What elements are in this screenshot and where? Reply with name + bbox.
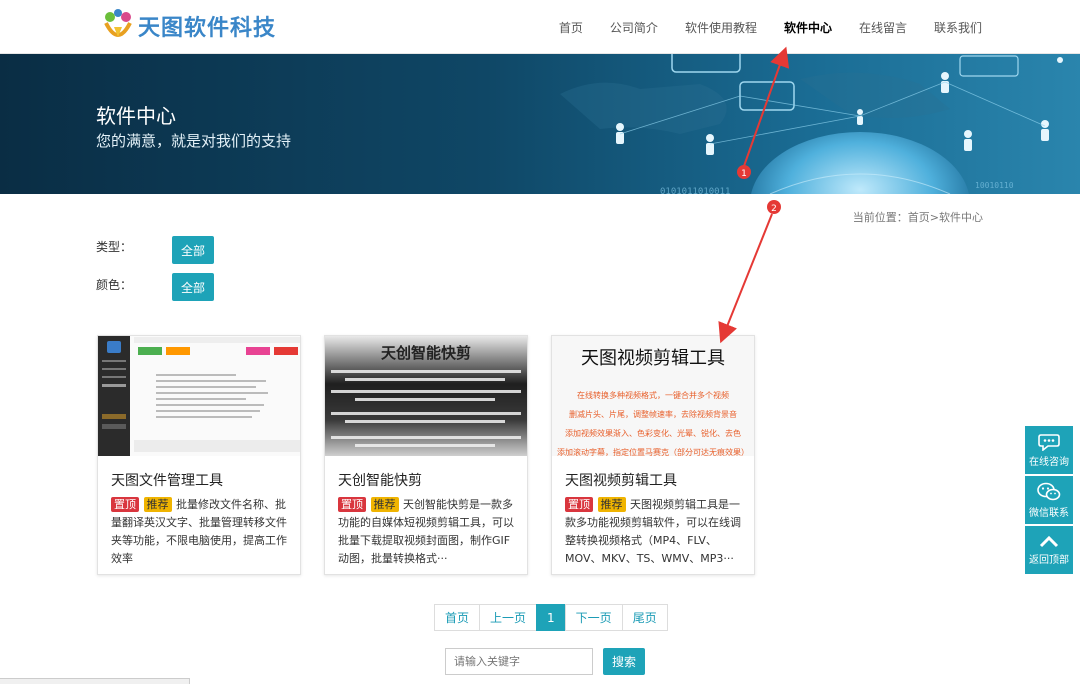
card-description: 置顶 推荐 天图视频剪辑工具是一款多功能视频剪辑软件，可以在线调整转换视频格式（… — [565, 496, 745, 568]
filter-color-label: 颜色： — [96, 278, 133, 292]
back-to-top-button[interactable]: 返回顶部 — [1025, 526, 1073, 574]
pagination: 首页 上一页 1 下一页 尾页 — [434, 604, 668, 631]
card-title[interactable]: 天图视频剪辑工具 — [565, 470, 677, 490]
site-logo[interactable]: 天图软件科技 — [100, 6, 276, 46]
banner-title: 软件中心 — [96, 104, 176, 128]
online-consult-label: 在线咨询 — [1029, 456, 1069, 468]
pinned-badge: 置顶 — [111, 497, 139, 512]
banner-subtitle: 您的满意，就是对我们的支持 — [96, 132, 292, 150]
filter-color-all-button[interactable]: 全部 — [172, 273, 214, 301]
card-thumbnail-file-manager[interactable] — [98, 336, 300, 456]
pinned-badge: 置顶 — [565, 497, 593, 512]
main-nav: 首页 公司简介 软件使用教程 软件中心 在线留言 联系我们 — [532, 0, 982, 54]
recommended-badge: 推荐 — [597, 497, 626, 512]
product-card[interactable]: 天创智能快剪 天创智能快剪 置顶 推荐 天创智能快剪是一款多功能的自媒体短视频剪… — [324, 335, 528, 575]
annotation-number-2: 2 — [771, 204, 777, 214]
svg-text:0101011010011: 0101011010011 — [660, 187, 730, 194]
card-thumbnail-smart-cut[interactable]: 天创智能快剪 — [325, 336, 527, 456]
breadcrumb-home[interactable]: 首页 — [908, 211, 930, 224]
smart-cut-banner-graphic — [331, 370, 521, 447]
thumbnail-feature-line: 删减片头、片尾，调整帧速率，去除视频背景音 — [569, 410, 737, 419]
online-consult-button[interactable]: 在线咨询 — [1025, 426, 1073, 474]
wechat-icon — [1037, 482, 1061, 500]
wechat-contact-label: 微信联系 — [1029, 507, 1069, 519]
page-first-button[interactable]: 首页 — [434, 604, 481, 631]
filter-type-all-button[interactable]: 全部 — [172, 236, 214, 264]
back-to-top-label: 返回顶部 — [1029, 554, 1069, 566]
thumbnail-heading: 天图视频剪辑工具 — [581, 348, 725, 369]
card-description: 置顶 推荐 批量修改文件名称、批量翻译英汉文字、批量管理转移文件夹等功能，不限电… — [111, 496, 291, 568]
nav-tutorials[interactable]: 软件使用教程 — [685, 19, 757, 36]
svg-text:10010110: 10010110 — [975, 181, 1014, 190]
page-next-button[interactable]: 下一页 — [564, 604, 623, 631]
search-input[interactable] — [445, 648, 593, 675]
annotation-arrow-2 — [718, 213, 773, 344]
card-title[interactable]: 天图文件管理工具 — [111, 470, 223, 490]
chevron-up-icon — [1039, 535, 1059, 547]
recommended-badge: 推荐 — [143, 497, 172, 512]
card-thumbnail-video-editor[interactable]: 天图视频剪辑工具 在线转换多种视频格式，一键合并多个视频 删减片头、片尾，调整帧… — [552, 336, 754, 456]
logo-text: 天图软件科技 — [138, 16, 277, 41]
product-card[interactable]: 天图文件管理工具 置顶 推荐 批量修改文件名称、批量翻译英汉文字、批量管理转移文… — [97, 335, 301, 575]
page-banner: 0101011010011 10010110 软件中心 您的满意，就是对我们的支… — [0, 54, 1080, 194]
logo-icon — [100, 7, 136, 45]
search-button[interactable]: 搜索 — [603, 648, 645, 675]
breadcrumb-current[interactable]: 软件中心 — [939, 211, 983, 224]
chat-bubble-icon — [1038, 433, 1060, 451]
thumbnail-feature-line: 在线转换多种视频格式，一键合并多个视频 — [577, 391, 729, 400]
product-card[interactable]: 天图视频剪辑工具 在线转换多种视频格式，一键合并多个视频 删减片头、片尾，调整帧… — [551, 335, 755, 575]
nav-home[interactable]: 首页 — [559, 19, 583, 36]
file-manager-screenshot — [98, 336, 300, 456]
breadcrumb-separator: > — [929, 211, 939, 224]
breadcrumb-prefix: 当前位置： — [852, 211, 908, 224]
recommended-badge: 推荐 — [370, 497, 399, 512]
thumbnail-feature-line: 添加滚动字幕，指定位置马赛克（部分可达无痕效果） — [557, 448, 749, 456]
pinned-badge: 置顶 — [338, 497, 366, 512]
browser-status-bar — [0, 678, 190, 684]
nav-contact[interactable]: 联系我们 — [934, 19, 982, 36]
page-number-current[interactable]: 1 — [536, 604, 566, 631]
thumbnail-feature-line: 添加视频效果渐入、色彩变化、光晕、锐化、去色 — [565, 429, 741, 438]
page-prev-button[interactable]: 上一页 — [479, 604, 538, 631]
page-last-button[interactable]: 尾页 — [621, 604, 668, 631]
breadcrumb: 当前位置：首页>软件中心 — [853, 209, 983, 225]
nav-about[interactable]: 公司简介 — [610, 19, 658, 36]
card-title[interactable]: 天创智能快剪 — [338, 470, 422, 490]
filter-type-label: 类型： — [96, 240, 133, 254]
annotation-badge-2 — [767, 200, 781, 214]
wechat-contact-button[interactable]: 微信联系 — [1025, 476, 1073, 524]
nav-guestbook[interactable]: 在线留言 — [859, 19, 907, 36]
nav-software-center[interactable]: 软件中心 — [784, 19, 832, 36]
thumbnail-feature-list: 在线转换多种视频格式，一键合并多个视频 删减片头、片尾，调整帧速率，去除视频背景… — [556, 386, 750, 456]
card-description: 置顶 推荐 天创智能快剪是一款多功能的自媒体短视频剪辑工具，可以批量下载提取视频… — [338, 496, 518, 568]
site-header: 天图软件科技 首页 公司简介 软件使用教程 软件中心 在线留言 联系我们 — [0, 0, 1080, 54]
